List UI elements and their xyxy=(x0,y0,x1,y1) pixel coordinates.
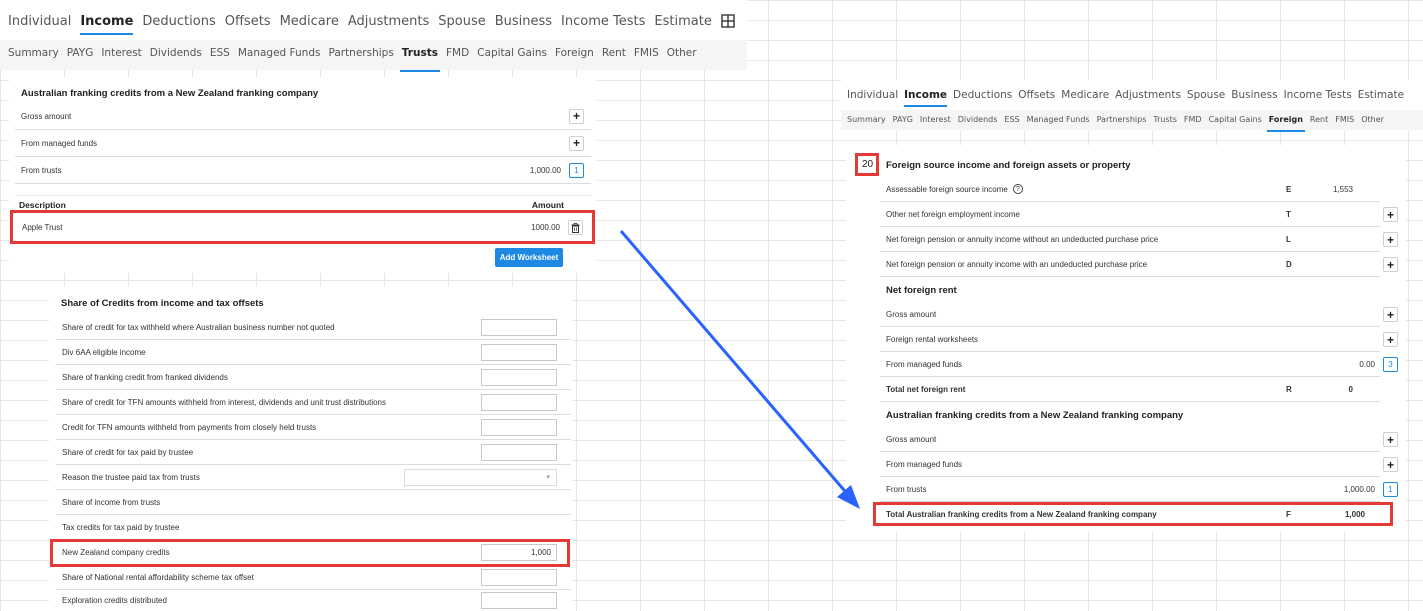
annotation-arrow xyxy=(619,230,860,509)
arrow-head xyxy=(837,485,860,509)
arrow-line xyxy=(619,230,852,498)
